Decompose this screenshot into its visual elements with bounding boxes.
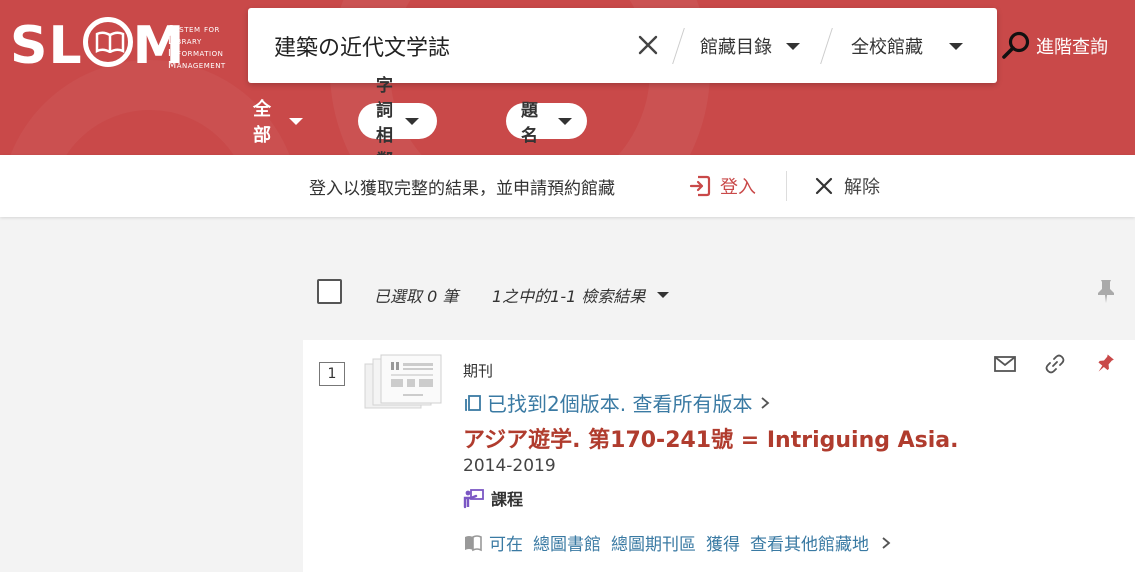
- collection-dropdown[interactable]: 全校館藏: [851, 32, 963, 60]
- logo-wordmark: SLM: [10, 16, 186, 76]
- close-icon: [638, 35, 658, 55]
- all-versions-link[interactable]: 已找到2個版本. 查看所有版本: [463, 388, 770, 417]
- caret-down-icon: [657, 292, 670, 298]
- login-button[interactable]: 登入: [688, 172, 756, 200]
- field-label: 題名: [521, 101, 538, 146]
- chevron-right-icon: [882, 536, 891, 549]
- results-count-label: 1之中的1-1 檢索結果: [492, 287, 646, 306]
- availability-prefix: 可在: [489, 535, 523, 555]
- match-type-dropdown[interactable]: 字詞相鄰: [358, 76, 437, 155]
- caret-down-icon: [558, 117, 572, 125]
- result-index: 1: [319, 362, 345, 386]
- dismiss-label: 解除: [844, 177, 880, 198]
- other-locations-label: 查看其他館藏地: [750, 535, 869, 555]
- clear-search-button[interactable]: [636, 33, 660, 57]
- advanced-search-link[interactable]: 進階查詢: [1000, 31, 1108, 60]
- scope-dropdown-label: 館藏目錄: [700, 37, 772, 58]
- header: SLM System for Library Information Manag…: [0, 0, 1135, 155]
- field-dropdown[interactable]: 題名: [506, 101, 587, 146]
- login-bar: 登入以獲取完整的結果，並申請預約館藏 登入 解除: [0, 155, 1135, 217]
- all-versions-label: 已找到2個版本. 查看所有版本: [487, 392, 753, 416]
- availability-location: 總圖期刊區: [611, 535, 696, 555]
- book-magnifier-icon: [82, 17, 133, 67]
- select-all-checkbox[interactable]: [317, 279, 342, 304]
- pin-icon: [1098, 280, 1114, 303]
- logo-tagline-line: System for: [168, 24, 220, 35]
- dismiss-button[interactable]: 解除: [814, 172, 880, 200]
- result-type: 期刊: [463, 362, 494, 380]
- pin-result-button[interactable]: [1093, 352, 1117, 376]
- match-type-label: 字詞相鄰: [376, 76, 393, 155]
- selected-count: 已選取 0 筆: [374, 287, 459, 306]
- sign-in-icon: [689, 175, 711, 197]
- envelope-icon: [994, 356, 1016, 372]
- result-actions: [993, 352, 1117, 376]
- result-card[interactable]: 1 期刊 已找到2個版本. 查看所有版本 アジア遊学. 第170-241號 = …: [303, 340, 1135, 572]
- course-label: 課程: [491, 490, 524, 509]
- journal-thumbnail-icon: [364, 354, 442, 409]
- collection-dropdown-label: 全校館藏: [851, 37, 923, 58]
- search-input[interactable]: [274, 28, 624, 64]
- advanced-search-label: 進階查詢: [1036, 37, 1108, 58]
- email-button[interactable]: [993, 352, 1017, 376]
- availability-library: 總圖書館: [533, 535, 601, 555]
- logo-tagline-line: Management: [168, 60, 226, 71]
- login-message: 登入以獲取完整的結果，並申請預約館藏: [309, 179, 615, 199]
- login-label: 登入: [720, 177, 756, 198]
- logo-tagline: System for Library Information Managemen…: [168, 24, 226, 72]
- link-icon: [1045, 354, 1065, 374]
- chevron-right-icon: [761, 396, 770, 409]
- divider: [786, 171, 787, 201]
- scope-dropdown[interactable]: 館藏目錄: [700, 32, 800, 60]
- slim-logo[interactable]: SLM System for Library Information Manag…: [10, 12, 240, 76]
- caret-down-icon: [289, 117, 303, 125]
- caret-down-icon: [405, 117, 419, 125]
- versions-icon: [465, 394, 481, 411]
- filter-all-dropdown[interactable]: 全部: [253, 99, 303, 146]
- divider: [820, 28, 833, 64]
- availability-link[interactable]: 可在 總圖書館 總圖期刊區 獲得 查看其他館藏地: [463, 530, 891, 555]
- logo-tagline-line: Library: [168, 36, 202, 47]
- divider: [672, 28, 685, 64]
- logo-tagline-line: Information: [168, 48, 224, 59]
- caret-down-icon: [949, 42, 963, 50]
- result-thumbnail[interactable]: [363, 354, 443, 412]
- availability-status: 獲得: [706, 535, 740, 555]
- filter-all-label: 全部: [253, 99, 271, 146]
- permalink-button[interactable]: [1043, 352, 1067, 376]
- result-title[interactable]: アジア遊学. 第170-241號 = Intriguing Asia.: [463, 422, 959, 454]
- search-icon: [1002, 31, 1030, 59]
- course-icon: [463, 489, 484, 509]
- pin-icon: [1098, 354, 1114, 372]
- pin-search-button[interactable]: [1096, 278, 1116, 304]
- search-box: 館藏目錄 全校館藏: [248, 8, 997, 83]
- course-badge: 課程: [463, 486, 523, 510]
- close-icon: [815, 177, 833, 195]
- results-count-dropdown[interactable]: 1之中的1-1 檢索結果: [492, 283, 670, 307]
- result-date: 2014-2019: [463, 456, 556, 476]
- book-icon: [465, 534, 482, 551]
- caret-down-icon: [786, 42, 800, 50]
